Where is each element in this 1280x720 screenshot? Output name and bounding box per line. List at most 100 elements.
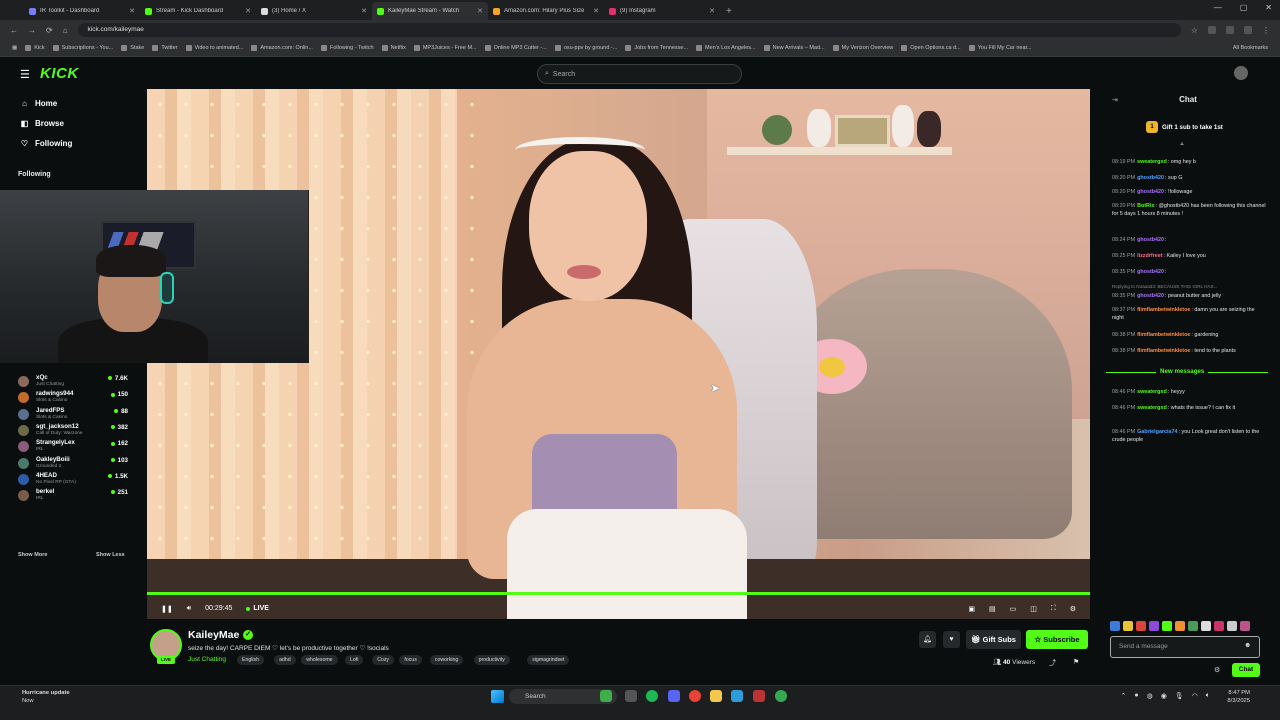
nav-item-browse[interactable]: ◧ Browse [20, 119, 64, 128]
stream-tag[interactable]: adhd [274, 655, 296, 665]
chat-username[interactable]: flimflambetwinkletoe [1137, 332, 1190, 338]
trash-icon[interactable]: ▤ [989, 605, 996, 613]
collapse-chat-icon[interactable]: ⇥ [1112, 96, 1118, 104]
show-less-button[interactable]: Show Less [96, 552, 125, 558]
bookmark-item[interactable]: Following - Twitch [320, 45, 374, 51]
emote-icon[interactable] [1227, 621, 1237, 631]
clip-icon[interactable]: ▣ [968, 605, 975, 613]
chat-username[interactable]: Gabrielgarcia74 [1137, 429, 1177, 435]
browser-tab[interactable]: (9) Instagram ✕ [604, 2, 720, 20]
stream-tag[interactable]: sigmagrindset [527, 655, 570, 665]
pause-icon[interactable]: ❚❚ [161, 605, 173, 613]
close-icon[interactable]: ✕ [1265, 3, 1272, 12]
minimize-icon[interactable]: — [1214, 3, 1222, 12]
bookmark-item[interactable]: My Verizon Overview [832, 45, 893, 51]
pinned-icon[interactable]: ⩡ [1180, 141, 1184, 149]
hamburger-menu-icon[interactable]: ☰ [20, 68, 30, 81]
emote-icon[interactable] [1136, 621, 1146, 631]
theater-mode-icon[interactable]: ▭ [1010, 605, 1017, 613]
subscribe-button[interactable]: ☆ Subscribe [1026, 630, 1088, 649]
chat-username[interactable]: ghostb420 [1137, 293, 1164, 299]
settings-gear-icon[interactable]: ⚙ [1070, 605, 1076, 613]
followed-channel[interactable]: berkel IRL 251 [18, 488, 130, 503]
chat-username[interactable]: sweatergxd [1137, 159, 1167, 165]
chat-username[interactable]: ghostb420 [1137, 269, 1164, 275]
stream-tag[interactable]: focus [399, 655, 422, 665]
kebab-menu-icon[interactable]: ⋮ [1262, 26, 1270, 35]
discord-icon[interactable] [668, 690, 680, 702]
bookmark-item[interactable]: Kick [25, 45, 45, 51]
star-icon[interactable]: ☆ [1191, 26, 1198, 35]
kick-logo[interactable]: KICK [40, 65, 79, 82]
emote-icon[interactable] [1123, 621, 1133, 631]
followed-channel[interactable]: radwings944 Slots & Casino 150 [18, 390, 130, 405]
new-tab-icon[interactable]: + [726, 6, 732, 17]
chat-username[interactable]: ghostb420 [1137, 237, 1164, 243]
chrome-icon[interactable] [689, 690, 701, 702]
follow-heart-button[interactable]: ♥ [943, 631, 960, 648]
emote-icon[interactable] [1188, 621, 1198, 631]
weather-widget[interactable]: Hurricane update Now [22, 689, 70, 705]
maximize-icon[interactable]: ▢ [1240, 3, 1248, 12]
tray-app-icon[interactable]: ◍ [1147, 692, 1153, 700]
bookmark-item[interactable]: Online MP3 Cutter -... [484, 45, 547, 51]
bookmark-item[interactable]: osu-ppv by ground -... [554, 45, 617, 51]
live-indicator[interactable]: LIVE [246, 605, 269, 612]
browser-tab[interactable]: Amazon.com: Hilary Plus Size ✕ [488, 2, 604, 20]
windows-start-icon[interactable] [491, 690, 504, 703]
emote-icon[interactable] [1214, 621, 1224, 631]
stream-category[interactable]: Just Chatting [188, 656, 226, 663]
task-view-icon[interactable] [625, 690, 637, 702]
bookmark-item[interactable]: Subscriptions - You... [52, 45, 113, 51]
all-bookmarks-button[interactable]: All Bookmarks [1233, 45, 1268, 51]
bookmark-item[interactable]: Men's Los Angeles... [696, 45, 756, 51]
tab-close-icon[interactable]: ✕ [593, 7, 599, 15]
emote-icon[interactable] [1162, 621, 1172, 631]
emote-icon[interactable] [1110, 621, 1120, 631]
browser-tab[interactable]: IR Toolkit - Dashboard ✕ [24, 2, 140, 20]
mic-icon[interactable]: 🎙︎ [1175, 692, 1184, 700]
profile-avatar[interactable] [1234, 66, 1248, 80]
followed-channel[interactable]: sgt_jackson12 Call of Duty: Warzone 382 [18, 423, 130, 438]
volume-icon[interactable]: 🔊︎ [187, 605, 191, 613]
followed-channel[interactable]: JaredFPS Slots & Casino 88 [18, 407, 130, 422]
followed-channel[interactable]: StrangelyLex IRL 162 [18, 439, 130, 454]
show-more-button[interactable]: Show More [18, 552, 47, 558]
extension-icon[interactable] [1208, 26, 1216, 34]
bookmark-item[interactable]: Stake [121, 45, 144, 51]
followed-channel[interactable]: xQc Just Chatting 7.6K [18, 374, 130, 389]
emote-icon[interactable] [1149, 621, 1159, 631]
bookmark-item[interactable]: Jobs from Tennesse... [625, 45, 688, 51]
tab-close-icon[interactable]: ✕ [129, 7, 135, 15]
emote-icon[interactable] [1175, 621, 1185, 631]
bookmark-item[interactable]: Video to animated... [185, 45, 243, 51]
stream-tag[interactable]: Lofi [345, 655, 364, 665]
new-messages-divider[interactable]: New messages [1106, 368, 1268, 382]
bookmark-item[interactable]: Twitter [152, 45, 178, 51]
extension-icon[interactable] [1244, 26, 1252, 34]
spotify-icon[interactable] [646, 690, 658, 702]
forward-icon[interactable]: → [28, 26, 36, 35]
nav-item-home[interactable]: ⌂ Home [20, 99, 57, 108]
tab-close-icon[interactable]: ✕ [245, 7, 251, 15]
taskbar-clock[interactable]: 8:47 PM 8/3/2025 [1227, 689, 1250, 705]
url-field[interactable]: kick.com/kaileymae [77, 23, 1181, 37]
chat-username[interactable]: BotRix [1137, 203, 1154, 209]
chat-username[interactable]: lizzdrfreet [1137, 253, 1162, 259]
followed-channel[interactable]: 4HEAD No Pixel RP (GTA) 1.5K [18, 472, 130, 487]
speaker-icon[interactable]: 🔈︎ [1206, 692, 1210, 700]
tray-app-icon[interactable]: ◉ [1161, 692, 1167, 700]
chat-username[interactable]: sweatergxd [1137, 405, 1167, 411]
browser-tab[interactable]: (3) Home / X ✕ [256, 2, 372, 20]
browser-tab[interactable]: Stream - Kick Dashboard ✕ [140, 2, 256, 20]
chat-send-button[interactable]: Chat [1232, 663, 1260, 677]
gift-banner[interactable]: 1 Gift 1 sub to take 1st [1146, 121, 1223, 133]
app-icon[interactable] [600, 690, 612, 702]
tab-close-icon[interactable]: ✕ [709, 7, 715, 15]
chat-username[interactable]: flimflambetwinkletoe [1137, 307, 1190, 313]
stream-tag[interactable]: wholesome [301, 655, 338, 665]
bookmark-item[interactable]: New Arrivals – Mad... [763, 45, 825, 51]
chat-username[interactable]: ghostb420 [1137, 189, 1164, 195]
chrome-icon[interactable] [775, 690, 787, 702]
fullscreen-icon[interactable]: ⛶ [1051, 605, 1056, 613]
